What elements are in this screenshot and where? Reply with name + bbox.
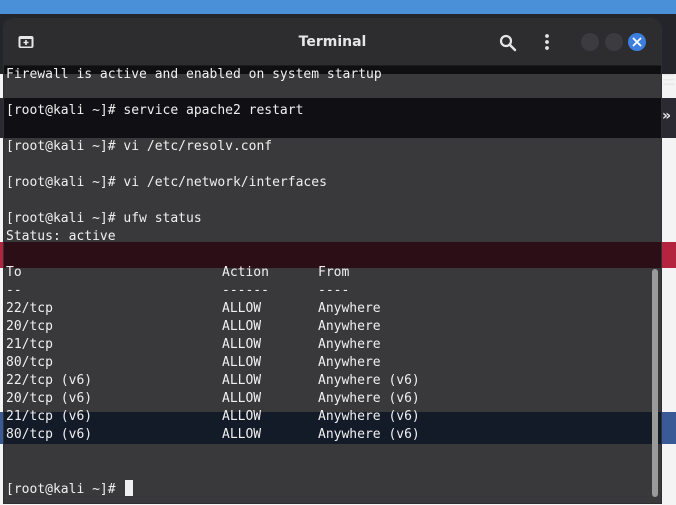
rule-action: ALLOW (222, 427, 262, 442)
terminal-scrollbar[interactable] (650, 66, 661, 503)
rule-port: 22/tcp (v6) (6, 373, 93, 388)
terminal-line: [root@kali ~]# ufw status (6, 211, 202, 226)
rule-port: 80/tcp (6, 355, 53, 370)
table-header-from: From (318, 265, 350, 280)
minimize-button[interactable] (581, 33, 599, 51)
terminal-window[interactable]: Terminal Firewall is active and enabled … (4, 19, 661, 503)
scrollbar-thumb[interactable] (652, 269, 658, 497)
window-title: Terminal (298, 34, 367, 50)
rule-port: 20/tcp (v6) (6, 391, 93, 406)
rule-port: 20/tcp (6, 319, 53, 334)
terminal-line: [root@kali ~]# vi /etc/network/interface… (6, 175, 327, 190)
bookmarks-overflow-icon[interactable]: » (662, 108, 671, 124)
table-separator: ------ (222, 283, 269, 298)
rule-action: ALLOW (222, 391, 262, 406)
rule-action: ALLOW (222, 373, 262, 388)
rule-action: ALLOW (222, 319, 262, 334)
close-icon (632, 37, 642, 47)
desktop-top-strip (0, 0, 676, 14)
table-separator: ---- (318, 283, 350, 298)
terminal-line: Firewall is active and enabled on system… (6, 67, 382, 82)
text-cursor (125, 480, 134, 496)
terminal-titlebar[interactable]: Terminal (4, 19, 661, 66)
kebab-menu-icon[interactable] (540, 33, 554, 51)
rule-from: Anywhere (v6) (318, 373, 420, 388)
prompt-line[interactable]: [root@kali ~]# (6, 480, 134, 498)
rule-from: Anywhere (318, 301, 381, 316)
prompt-text: [root@kali ~]# (6, 482, 124, 497)
rule-from: Anywhere (v6) (318, 391, 420, 406)
rule-from: Anywhere (318, 355, 381, 370)
table-header-action: Action (222, 265, 269, 280)
rule-from: Anywhere (318, 319, 381, 334)
terminal-output[interactable]: Firewall is active and enabled on system… (4, 66, 649, 503)
table-header-to: To (6, 265, 22, 280)
rule-from: Anywhere (v6) (318, 427, 420, 442)
rule-action: ALLOW (222, 355, 262, 370)
rule-from: Anywhere (v6) (318, 409, 420, 424)
browser-menu-icon[interactable]: ☰ (662, 70, 675, 90)
rule-action: ALLOW (222, 301, 262, 316)
rule-port: 80/tcp (v6) (6, 427, 93, 442)
search-icon[interactable] (499, 34, 517, 52)
rule-port: 22/tcp (6, 301, 53, 316)
terminal-line: [root@kali ~]# service apache2 restart (6, 103, 304, 118)
rule-from: Anywhere (318, 337, 381, 352)
rule-action: ALLOW (222, 337, 262, 352)
rule-action: ALLOW (222, 409, 262, 424)
terminal-line: Status: active (6, 229, 116, 244)
close-button[interactable] (628, 33, 646, 51)
maximize-button[interactable] (605, 33, 623, 51)
terminal-line: [root@kali ~]# vi /etc/resolv.conf (6, 139, 273, 154)
rule-port: 21/tcp (v6) (6, 409, 93, 424)
table-separator: -- (6, 283, 22, 298)
rule-port: 21/tcp (6, 337, 53, 352)
